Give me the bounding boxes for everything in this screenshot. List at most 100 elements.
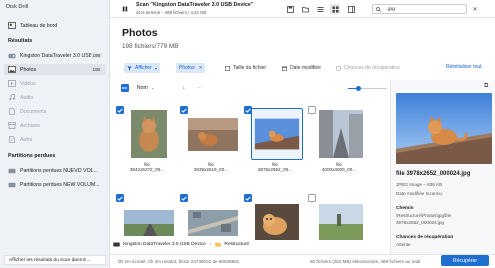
- file-tile[interactable]: [308, 188, 370, 240]
- sidebar-item-other[interactable]: Autre: [4, 134, 106, 145]
- file-name: file 3978x2652_00...: [257, 162, 293, 173]
- sidebar-item-lost-partition-1[interactable]: Partitions perdues NUEVO VOL...: [4, 165, 106, 176]
- file-name: file 4000x3000_00...: [321, 162, 357, 173]
- recover-button[interactable]: Récupérer: [441, 255, 489, 266]
- preview-chances-value: Attente: [396, 242, 411, 247]
- selection-summary: 80 fichiers (253 MB) sélectionnés, 489 f…: [310, 259, 421, 264]
- breadcrumb-folder[interactable]: Restructuré: [224, 242, 249, 247]
- photos-filter-chip[interactable]: Photos ✕: [176, 63, 206, 73]
- file-tile[interactable]: file 3942x5272_00...: [116, 100, 178, 188]
- clear-search-button[interactable]: ✕: [470, 4, 480, 14]
- list-view-button[interactable]: [315, 4, 325, 14]
- file-thumbnail[interactable]: [187, 108, 239, 160]
- open-folder-button[interactable]: [300, 4, 310, 14]
- search-input[interactable]: .jpg: [387, 7, 395, 12]
- preview-panel-button[interactable]: [346, 4, 356, 14]
- sidebar-item-label: Partitions perdues NEW VOLUM...: [20, 181, 100, 188]
- file-thumbnail[interactable]: [251, 108, 303, 160]
- filter-icon: [127, 66, 132, 71]
- name-column-header[interactable]: Nom: [137, 85, 148, 91]
- usb-drive-icon: [7, 52, 16, 60]
- preview-path-value-2: 3978x2652_000024.jpg: [396, 220, 445, 225]
- status-bar: 0h 2m écoulé, 0h 3m restant, block 24748…: [110, 254, 495, 268]
- search-box[interactable]: .jpg: [372, 4, 467, 14]
- file-thumbnail[interactable]: [123, 108, 175, 160]
- app-window: Disk Drill Tableau de bord Résultats Kin…: [0, 0, 495, 268]
- recovery-chances-filter-label: Chances de récupération: [344, 65, 400, 71]
- scan-progress-text: 41% terminé – 489 fichiers / 4,44 GB: [136, 10, 207, 15]
- more-options-icon[interactable]: ⋯: [197, 85, 202, 91]
- file-checkbox[interactable]: [244, 106, 252, 114]
- sidebar-item-label: Archives: [20, 122, 40, 129]
- open-external-icon[interactable]: ⧉: [484, 83, 488, 90]
- date-modified-filter[interactable]: Date modifiée: [279, 63, 324, 73]
- preview-date: Date modifiée Inconnu: [396, 191, 442, 196]
- file-thumbnail[interactable]: [315, 196, 367, 240]
- panel-icon: [347, 5, 355, 13]
- file-tile[interactable]: file 4000x3000_00...: [308, 100, 370, 188]
- sidebar-item-label: Partitions perdues NUEVO VOL...: [20, 167, 98, 174]
- file-checkbox[interactable]: [180, 106, 188, 114]
- file-checkbox[interactable]: [308, 194, 316, 202]
- folder-icon: [215, 242, 222, 247]
- grid-view-button[interactable]: [330, 4, 340, 14]
- checkmark-icon: [245, 195, 251, 201]
- sort-direction-icon[interactable]: ↓: [182, 85, 185, 91]
- file-size-filter[interactable]: Taille du fichier: [222, 63, 269, 73]
- sidebar-item-device[interactable]: Kingston DataTraveler 3.0 USB Device 198: [4, 50, 106, 61]
- select-all-checkbox[interactable]: [121, 84, 129, 92]
- show-filter-dropdown[interactable]: Afficher ▾: [124, 63, 160, 73]
- file-checkbox[interactable]: [116, 106, 124, 114]
- sidebar-item-documents[interactable]: Documents: [4, 106, 106, 117]
- show-filter-label: Afficher: [135, 65, 152, 71]
- save-session-button[interactable]: [285, 4, 295, 14]
- preview-path-label: Chemin: [396, 206, 414, 211]
- close-icon: ✕: [198, 65, 203, 70]
- show-scan-results-explorer-button[interactable]: Afficher les résultats du scan dans E...: [4, 255, 106, 265]
- file-checkbox[interactable]: [308, 106, 316, 114]
- preview-filename: file 3978x2652_000024.jpg: [396, 171, 471, 177]
- file-tile[interactable]: [116, 188, 178, 240]
- usb-drive-icon: [113, 242, 120, 247]
- chevron-down-icon: ▾: [154, 65, 157, 71]
- video-icon: [7, 80, 16, 88]
- file-tile[interactable]: file 3939x2619_00...: [180, 100, 242, 188]
- lost-partitions-heading: Partitions perdues: [8, 153, 56, 159]
- sidebar-item-photos[interactable]: Photos 198: [4, 64, 106, 75]
- sidebar-item-videos[interactable]: Vidéos: [4, 78, 106, 89]
- chevron-down-icon: ⌄: [150, 85, 155, 90]
- sidebar-item-lost-partition-2[interactable]: Partitions perdues NEW VOLUM...: [4, 179, 106, 190]
- sidebar-item-dashboard[interactable]: Tableau de bord: [4, 20, 106, 31]
- drive-icon: [7, 181, 16, 189]
- sidebar-item-label: Autre: [20, 136, 33, 143]
- file-checkbox[interactable]: [116, 194, 124, 202]
- thumbnail-size-slider[interactable]: [348, 85, 387, 91]
- file-thumbnail[interactable]: [123, 196, 175, 240]
- file-thumbnail[interactable]: [187, 196, 239, 240]
- breadcrumb-device[interactable]: Kingston DataTraveler 3.0 USB Device: [123, 242, 206, 247]
- sidebar-item-audio[interactable]: Audio: [4, 92, 106, 103]
- save-icon: [286, 5, 294, 13]
- file-tile[interactable]: [244, 188, 306, 240]
- checkmark-icon: [117, 107, 123, 113]
- file-tile[interactable]: file 3978x2652_00...: [244, 100, 306, 188]
- sidebar-item-label: Tableau de bord: [20, 22, 58, 29]
- file-thumbnail[interactable]: [251, 196, 303, 240]
- calendar-icon: [282, 66, 287, 71]
- file-name: file 3939x2619_00...: [193, 162, 229, 173]
- file-thumbnail[interactable]: [315, 108, 367, 160]
- music-icon: [7, 94, 16, 102]
- file-checkbox[interactable]: [244, 194, 252, 202]
- sidebar-item-label: Audio: [20, 94, 34, 101]
- file-checkbox[interactable]: [180, 194, 188, 202]
- sidebar-item-archives[interactable]: Archives: [4, 120, 106, 131]
- recovery-chances-filter[interactable]: Chances de récupération: [333, 63, 403, 73]
- preview-chances-label: Chances de récupération: [396, 235, 454, 240]
- app-title: Disk Drill: [6, 4, 29, 10]
- drive-icon: [7, 167, 16, 175]
- reset-all-link[interactable]: Réinitialiser tout: [446, 64, 482, 70]
- checkmark-icon: [245, 107, 251, 113]
- sidebar-item-label: Photos: [20, 66, 37, 73]
- pause-button[interactable]: [120, 4, 130, 14]
- file-tile[interactable]: [180, 188, 242, 240]
